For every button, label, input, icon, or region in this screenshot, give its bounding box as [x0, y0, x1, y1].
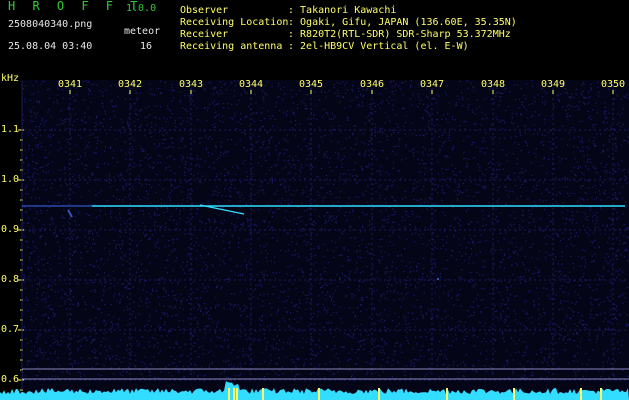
y-tick-label: 1.1 [1, 124, 20, 135]
y-axis-unit: kHz [1, 73, 20, 84]
x-tick-label: 0348 [481, 79, 506, 90]
x-tick-label: 0342 [118, 79, 143, 90]
app-version: 1.0.0 [126, 3, 157, 14]
spectrogram-plot [0, 80, 629, 400]
observer-label: Observer [180, 5, 229, 16]
y-tick-label: 0.9 [1, 224, 20, 235]
meteor-label: meteor [124, 26, 161, 37]
x-tick-label: 0345 [299, 79, 324, 90]
receiver-label: Receiver [180, 29, 229, 40]
y-tick-label: 0.7 [1, 324, 20, 335]
detection-spike [233, 388, 235, 400]
datetime: 25.08.04 03:40 [8, 41, 93, 52]
detection-spike [600, 388, 602, 400]
detection-spike [262, 388, 264, 400]
y-tick-label: 0.8 [1, 274, 20, 285]
file-name: 2508040340.png [8, 19, 93, 30]
location-value: : Ogaki, Gifu, JAPAN (136.60E, 35.35N) [288, 17, 517, 28]
location-label: Receiving Location [180, 17, 289, 28]
detection-spike [318, 388, 320, 400]
y-tick-label: 1.0 [1, 174, 20, 185]
detection-spike [236, 388, 238, 400]
noise-blip [437, 278, 439, 280]
receiver-value: : R820T2(RTL-SDR) SDR-Sharp 53.372MHz [288, 29, 511, 40]
x-tick-label: 0341 [58, 79, 83, 90]
x-tick-label: 0350 [601, 79, 626, 90]
detection-spike [580, 388, 582, 400]
antenna-value: : 2el-HB9CV Vertical (el. E-W) [288, 41, 469, 52]
x-tick-label: 0343 [179, 79, 204, 90]
y-tick-label: 0.6 [1, 374, 20, 385]
x-tick-label: 0349 [541, 79, 566, 90]
antenna-label: Receiving antenna [180, 41, 283, 52]
meteor-count: 16 [140, 41, 153, 52]
detection-spike [513, 388, 515, 400]
app-title: H R O F F T [8, 0, 143, 13]
x-tick-label: 0344 [239, 79, 264, 90]
observer-value: : Takanori Kawachi [288, 5, 397, 16]
detection-spike [446, 388, 448, 400]
detection-spike [228, 388, 230, 400]
spectrogram-background [22, 80, 629, 400]
detection-spike [378, 388, 380, 400]
x-tick-label: 0347 [420, 79, 445, 90]
x-tick-label: 0346 [360, 79, 385, 90]
